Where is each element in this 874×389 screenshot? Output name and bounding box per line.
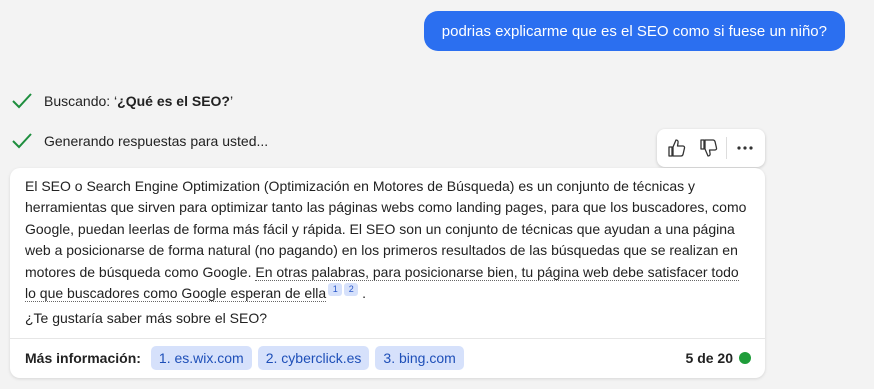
searching-suffix: ’ [230, 93, 234, 109]
citation-2[interactable]: 2 [344, 283, 359, 297]
source-link-3[interactable]: 3. bing.com [375, 346, 464, 370]
searching-query: ¿Qué es el SEO? [117, 93, 230, 109]
check-icon [12, 133, 32, 149]
toolbar-separator [726, 137, 728, 159]
generating-text: Generando respuestas para usted... [44, 133, 269, 149]
answer-period: . [362, 285, 366, 302]
response-counter: 5 de 20 [686, 350, 751, 366]
status-dot-icon [739, 352, 751, 364]
divider [10, 338, 765, 339]
user-message-bubble: podrias explicarme que es el SEO como si… [423, 11, 845, 51]
source-link-2[interactable]: 2. cyberclick.es [257, 346, 370, 370]
more-info-bar: Más información: 1. es.wix.com 2. cyberc… [25, 346, 464, 370]
counter-text: 5 de 20 [685, 350, 733, 366]
thumbs-down-icon [699, 139, 717, 157]
citation-1[interactable]: 1 [328, 283, 343, 297]
searching-prefix: Buscando: ‘ [44, 93, 118, 109]
status-generating: Generando respuestas para usted... [11, 130, 268, 152]
thumbs-up-icon [668, 139, 686, 157]
check-icon [12, 93, 32, 109]
thumbs-up-button[interactable] [663, 134, 691, 162]
answer-card: El SEO o Search Engine Optimization (Opt… [10, 168, 765, 378]
source-link-1[interactable]: 1. es.wix.com [150, 346, 252, 370]
user-message-text: podrias explicarme que es el SEO como si… [441, 22, 827, 40]
more-options-button[interactable] [731, 134, 759, 162]
more-info-label: Más información: [25, 350, 141, 366]
follow-up-question: ¿Te gustaría saber más sobre el SEO? [25, 310, 267, 326]
feedback-toolbar [657, 129, 765, 167]
more-options-icon [737, 146, 753, 150]
status-searching: Buscando: ‘¿Qué es el SEO?’ [11, 90, 233, 112]
answer-paragraph: El SEO o Search Engine Optimization (Opt… [25, 176, 750, 304]
thumbs-down-button[interactable] [695, 134, 723, 162]
